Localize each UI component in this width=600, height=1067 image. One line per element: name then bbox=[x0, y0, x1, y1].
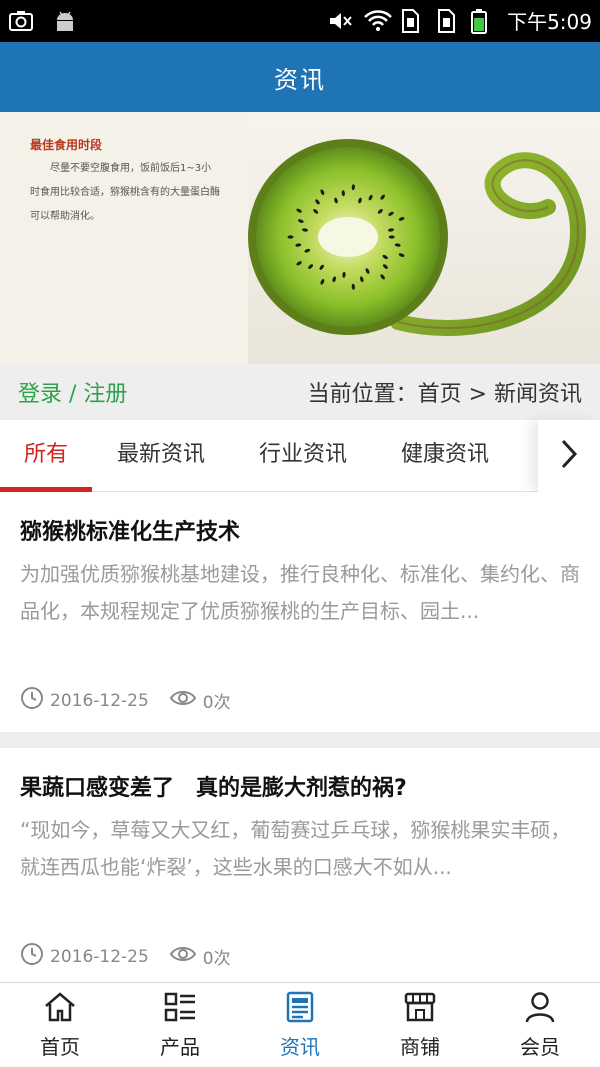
tab-latest-news[interactable]: 最新资讯 bbox=[92, 420, 230, 492]
tab-all[interactable]: 所有 bbox=[0, 420, 92, 492]
article-item[interactable]: 果蔬口感变差了 真的是膨大剂惹的祸? “现如今，草莓又大又红，葡萄赛过乒乓球，猕… bbox=[0, 748, 600, 982]
nav-home[interactable]: 首页 bbox=[0, 983, 120, 1067]
article-meta: 2016-12-25 0次 bbox=[20, 686, 251, 715]
article-summary: “现如今，草莓又大又红，葡萄赛过乒乓球，猕猴桃果实丰硕，就连西瓜也能‘炸裂’，这… bbox=[20, 818, 571, 879]
battery-icon bbox=[471, 8, 497, 34]
page-title: 资讯 bbox=[274, 65, 326, 94]
eye-icon bbox=[169, 688, 197, 713]
article-title[interactable]: 果蔬口感变差了 真的是膨大剂惹的祸? bbox=[20, 770, 407, 802]
nav-member-label: 会员 bbox=[520, 1034, 560, 1059]
tab-health-news[interactable]: 健康资讯 bbox=[374, 420, 516, 492]
screenshot-icon bbox=[8, 8, 34, 34]
tab-industry-news[interactable]: 行业资讯 bbox=[232, 420, 374, 492]
clock-icon bbox=[20, 686, 44, 715]
kiwi-seed bbox=[287, 235, 294, 239]
nav-shop[interactable]: 商铺 bbox=[360, 983, 480, 1067]
article-date: 2016-12-25 bbox=[50, 690, 149, 711]
login-register-link[interactable]: 登录 / 注册 bbox=[18, 376, 127, 408]
article-meta: 2016-12-25 0次 bbox=[20, 942, 251, 971]
article-views: 0次 bbox=[202, 693, 231, 713]
banner-body: 尽量不要空腹食用，饭前饭后1~3小时食用比较合适，猕猴桃含有的大量蛋白酶可以帮助… bbox=[30, 163, 220, 222]
list-divider bbox=[0, 732, 600, 748]
article-summary: 为加强优质猕猴桃基地建设，推行良种化、标准化、集约化、商品化，本规程规定了优质猕… bbox=[20, 562, 580, 623]
wifi-icon bbox=[363, 8, 392, 34]
bottom-navigation: 首页 产品 资讯 商铺 会员 bbox=[0, 982, 600, 1067]
nav-home-label: 首页 bbox=[40, 1034, 80, 1059]
article-date: 2016-12-25 bbox=[50, 946, 149, 967]
nav-products-label: 产品 bbox=[160, 1034, 200, 1059]
product-list-icon bbox=[163, 991, 197, 1027]
nav-shop-label: 商铺 bbox=[400, 1034, 440, 1059]
shop-icon bbox=[403, 991, 437, 1027]
news-icon bbox=[283, 991, 317, 1027]
category-tabs: 所有 最新资讯 行业资讯 健康资讯 bbox=[0, 420, 600, 492]
banner[interactable]: 最佳食用时段 尽量不要空腹食用，饭前饭后1~3小时食用比较合适，猕猴桃含有的大量… bbox=[0, 112, 600, 364]
banner-kiwi-image bbox=[248, 112, 600, 364]
app-header: 资讯 bbox=[0, 42, 600, 112]
clock-icon bbox=[20, 942, 44, 971]
nav-member[interactable]: 会员 bbox=[480, 983, 600, 1067]
nav-news[interactable]: 资讯 bbox=[240, 983, 360, 1067]
android-icon bbox=[52, 8, 78, 34]
home-icon bbox=[43, 991, 77, 1027]
kiwi-seed bbox=[388, 235, 395, 239]
banner-title: 最佳食用时段 bbox=[30, 138, 103, 152]
mute-icon bbox=[327, 8, 353, 34]
nav-news-label: 资讯 bbox=[280, 1034, 320, 1059]
tabs-scroll-right-button[interactable] bbox=[538, 420, 600, 492]
chevron-right-icon bbox=[559, 438, 579, 474]
article-title[interactable]: 猕猴桃标准化生产技术 bbox=[20, 514, 240, 546]
status-bar: 下午5:09 bbox=[0, 0, 600, 42]
breadcrumb: 当前位置：首页 > 新闻资讯 bbox=[307, 382, 582, 407]
location-bar: 登录 / 注册 当前位置：首页 > 新闻资讯 bbox=[0, 364, 600, 420]
article-item[interactable]: 猕猴桃标准化生产技术 为加强优质猕猴桃基地建设，推行良种化、标准化、集约化、商品… bbox=[0, 492, 600, 732]
article-views: 0次 bbox=[202, 949, 231, 969]
nav-products[interactable]: 产品 bbox=[120, 983, 240, 1067]
eye-icon bbox=[169, 944, 197, 969]
status-time: 下午5:09 bbox=[507, 10, 592, 34]
banner-text-panel: 最佳食用时段 尽量不要空腹食用，饭前饭后1~3小时食用比较合适，猕猴桃含有的大量… bbox=[0, 112, 250, 364]
sim1-icon bbox=[399, 8, 425, 34]
member-icon bbox=[523, 991, 557, 1027]
sim2-icon bbox=[435, 8, 461, 34]
